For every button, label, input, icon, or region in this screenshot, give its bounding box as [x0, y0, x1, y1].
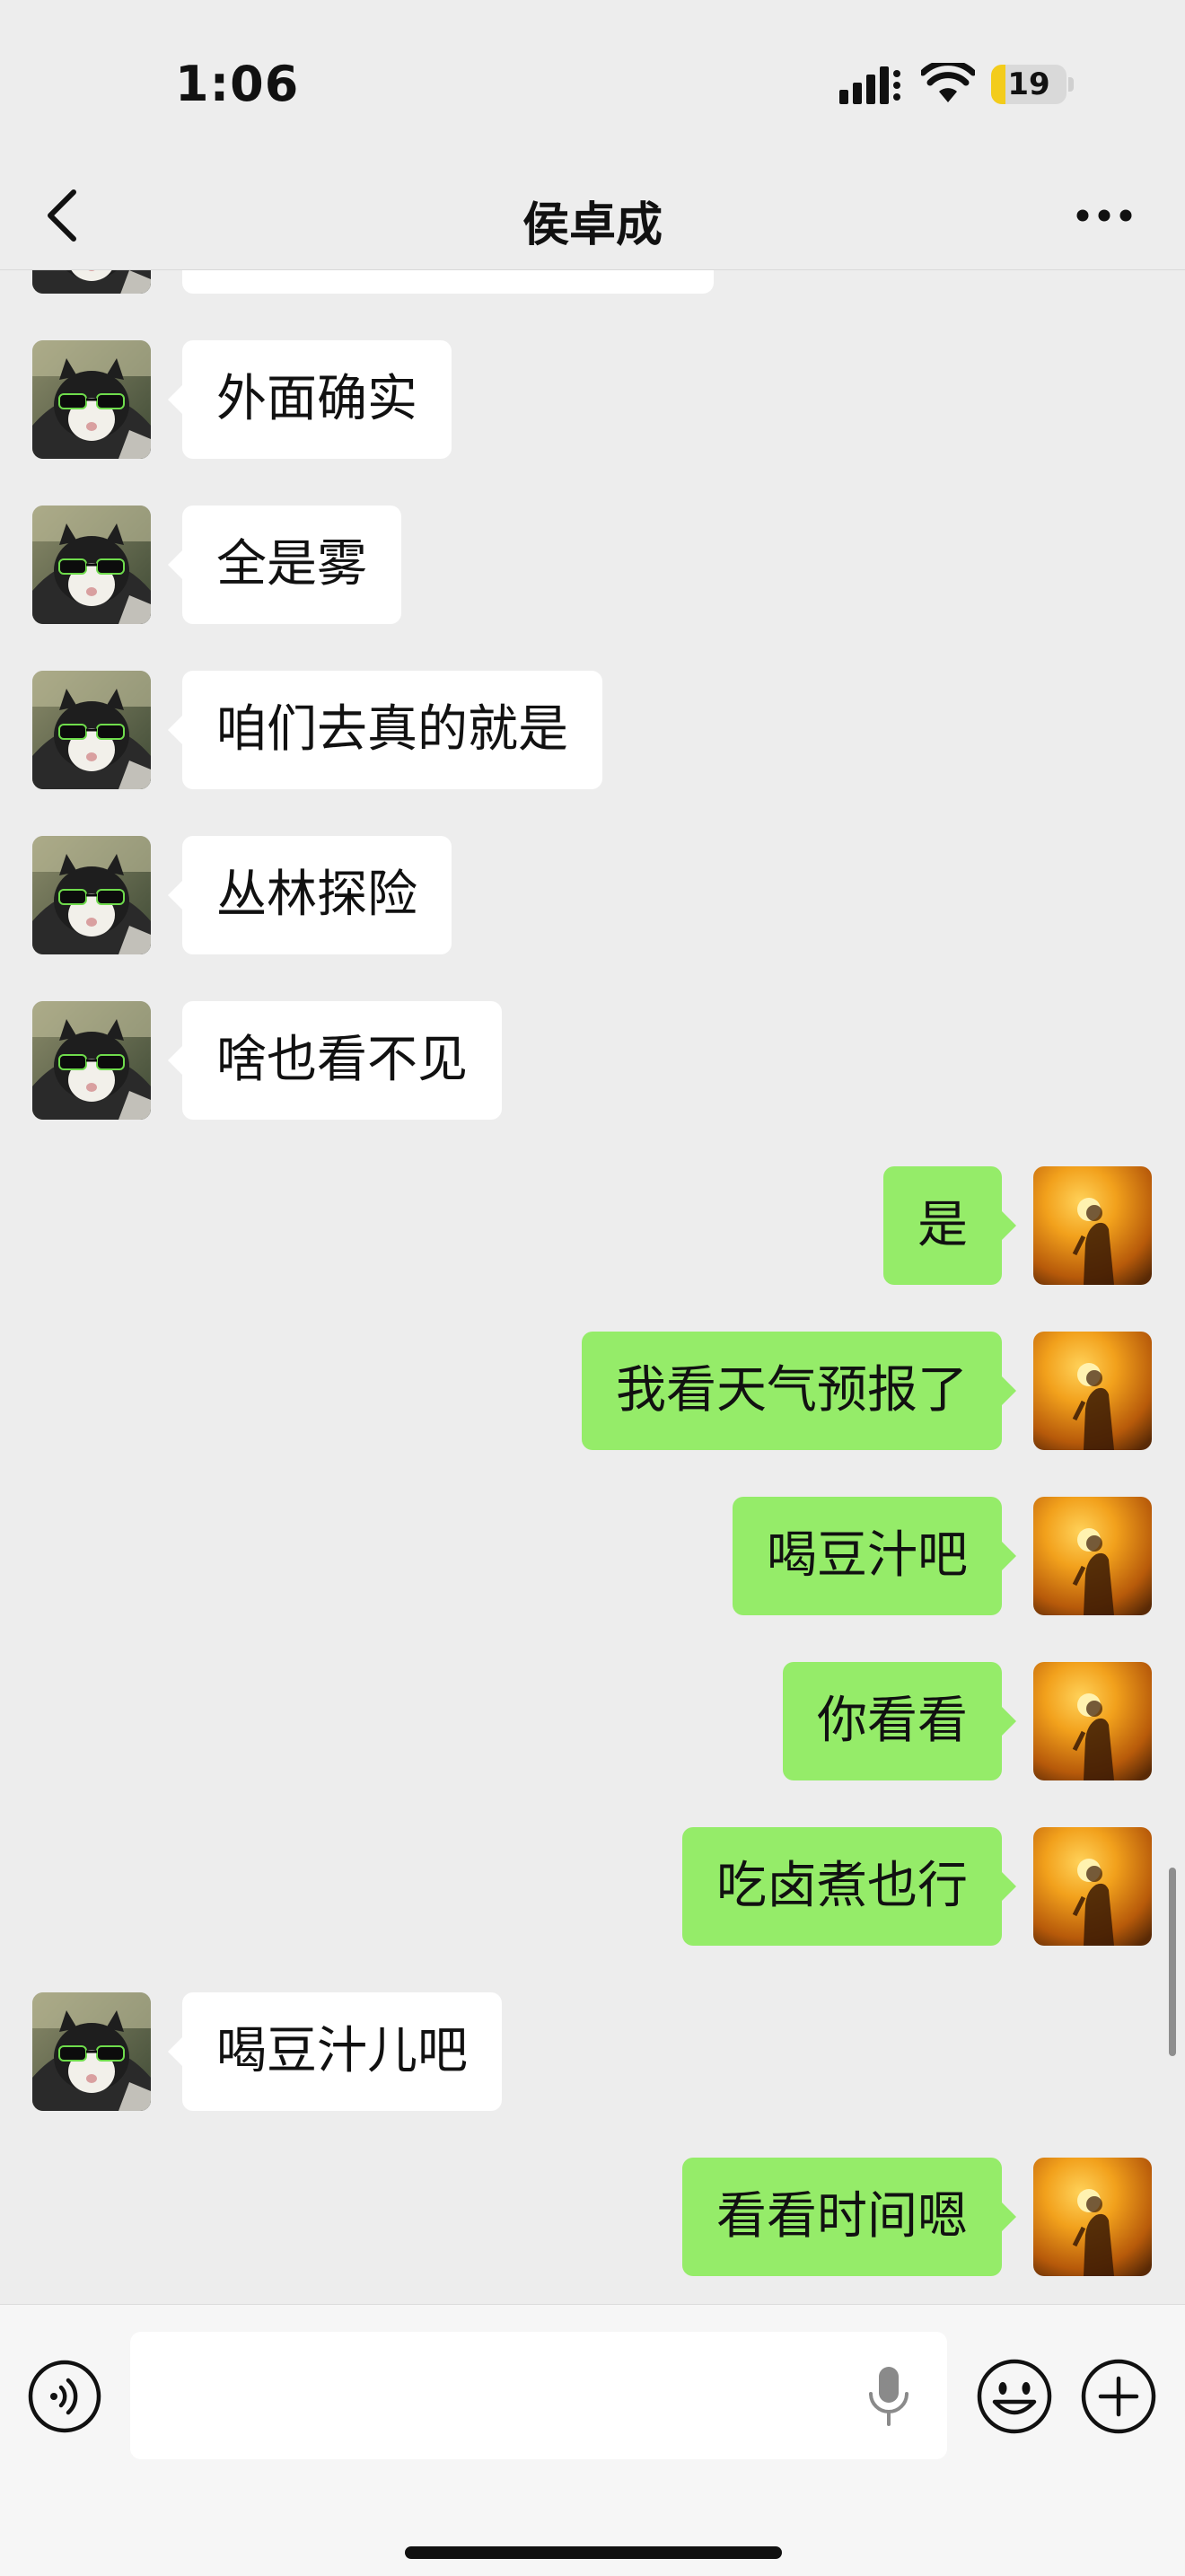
more-dots-icon[interactable]: [1059, 180, 1149, 251]
incoming-message-row: 啥也看不见: [0, 1001, 1185, 1120]
partial-message-bubble[interactable]: [182, 270, 714, 294]
input-bar: [0, 2304, 1185, 2576]
message-list[interactable]: 外面确实全是雾咱们去真的就是 丛林探险啥也看不见是我看天气预报了喝豆汁吧你看看吃卤…: [0, 270, 1185, 2304]
outgoing-message-row: 我看天气预报了: [0, 1332, 1185, 1450]
battery-percent: 19: [1007, 66, 1050, 102]
my-avatar[interactable]: [1033, 1166, 1152, 1285]
status-bar: 1:06 19: [0, 0, 1185, 162]
contact-avatar[interactable]: [32, 836, 151, 954]
incoming-message-row: 外面确实: [0, 340, 1185, 459]
my-avatar[interactable]: [1033, 1827, 1152, 1946]
incoming-message-row: 丛林探险: [0, 836, 1185, 954]
wifi-icon: [921, 63, 975, 102]
my-avatar[interactable]: [1033, 1332, 1152, 1450]
outgoing-message-row: 吃卤煮也行: [0, 1827, 1185, 1946]
contact-avatar[interactable]: [32, 671, 151, 789]
message-bubble[interactable]: 全是雾: [168, 506, 401, 624]
status-time: 1:06: [175, 56, 300, 112]
outgoing-message-row: 看看时间嗯: [0, 2158, 1185, 2276]
my-avatar[interactable]: [1033, 2158, 1152, 2276]
outgoing-message-row: 你看看: [0, 1662, 1185, 1780]
partial-contact-avatar[interactable]: [32, 270, 151, 294]
message-bubble[interactable]: 是: [883, 1166, 1016, 1285]
outgoing-message-row: 喝豆汁吧: [0, 1497, 1185, 1615]
outgoing-message-row: 是: [0, 1166, 1185, 1285]
back-button-chevron-left-icon[interactable]: [27, 180, 99, 251]
my-avatar[interactable]: [1033, 1497, 1152, 1615]
message-bubble[interactable]: 外面确实: [168, 340, 452, 459]
message-bubble[interactable]: 吃卤煮也行: [682, 1827, 1016, 1946]
scroll-indicator[interactable]: [1169, 1868, 1176, 2056]
message-bubble[interactable]: 我看天气预报了: [582, 1332, 1016, 1450]
navigation-bar: 侯卓成: [0, 162, 1185, 270]
incoming-message-row: 全是雾: [0, 506, 1185, 624]
battery-icon: 19: [991, 65, 1074, 104]
home-indicator[interactable]: [405, 2546, 782, 2559]
message-input[interactable]: [130, 2332, 947, 2459]
contact-avatar[interactable]: [32, 506, 151, 624]
emoji-icon[interactable]: [975, 2357, 1054, 2436]
chat-title: 侯卓成: [522, 198, 663, 252]
incoming-message-row: 咱们去真的就是: [0, 671, 1185, 789]
message-bubble[interactable]: 丛林探险: [168, 836, 452, 954]
my-avatar[interactable]: [1033, 1662, 1152, 1780]
message-bubble[interactable]: 喝豆汁儿吧: [168, 1992, 502, 2111]
incoming-message-row: 喝豆汁儿吧: [0, 1992, 1185, 2111]
message-bubble[interactable]: 看看时间嗯: [682, 2158, 1016, 2276]
contact-avatar[interactable]: [32, 1992, 151, 2111]
cellular-signal-icon: [839, 66, 900, 104]
contact-avatar[interactable]: [32, 1001, 151, 1120]
microphone-icon[interactable]: [862, 2363, 916, 2430]
message-bubble[interactable]: 咱们去真的就是: [168, 671, 602, 789]
voice-icon[interactable]: [27, 2359, 102, 2434]
message-bubble[interactable]: 啥也看不见: [168, 1001, 502, 1120]
contact-avatar[interactable]: [32, 340, 151, 459]
plus-icon[interactable]: [1079, 2357, 1158, 2436]
message-bubble[interactable]: 喝豆汁吧: [733, 1497, 1016, 1615]
message-bubble[interactable]: 你看看: [783, 1662, 1016, 1780]
